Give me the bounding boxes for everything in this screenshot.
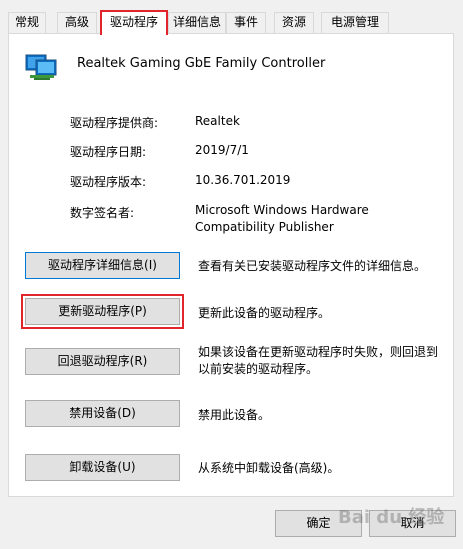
uninstall-device-button[interactable]: 卸载设备(U)	[25, 454, 180, 481]
tab-driver[interactable]: 驱动程序	[100, 10, 168, 35]
tab-events[interactable]: 事件	[226, 12, 266, 33]
update-driver-button[interactable]: 更新驱动程序(P)	[21, 294, 184, 329]
disable-device-button[interactable]: 禁用设备(D)	[25, 400, 180, 427]
tab-resources[interactable]: 资源	[274, 12, 314, 33]
device-name: Realtek Gaming GbE Family Controller	[77, 56, 326, 71]
ok-button[interactable]: 确定	[275, 510, 362, 537]
update-driver-desc: 更新此设备的驱动程序。	[198, 306, 331, 320]
driver-details-button[interactable]: 驱动程序详细信息(I)	[25, 252, 180, 279]
tab-general[interactable]: 常规	[8, 12, 46, 33]
signer-value-line2: Compatibility Publisher	[195, 220, 334, 234]
rollback-driver-desc-line1: 如果该设备在更新驱动程序时失败，则回退到	[198, 345, 439, 359]
driver-details-desc: 查看有关已安装驱动程序文件的详细信息。	[198, 259, 427, 273]
network-adapter-icon	[24, 52, 58, 82]
uninstall-device-desc: 从系统中卸载设备(高级)。	[198, 461, 340, 475]
signer-label: 数字签名者:	[70, 206, 135, 220]
driver-panel: Realtek Gaming GbE Family Controller 驱动程…	[8, 33, 454, 497]
provider-label: 驱动程序提供商:	[70, 116, 159, 130]
tab-details[interactable]: 详细信息	[168, 12, 226, 33]
tab-power-management[interactable]: 电源管理	[321, 12, 389, 33]
date-value: 2019/7/1	[195, 143, 249, 157]
signer-value-line1: Microsoft Windows Hardware	[195, 203, 369, 217]
provider-value: Realtek	[195, 114, 240, 128]
cancel-button[interactable]: 取消	[369, 510, 456, 537]
rollback-driver-button[interactable]: 回退驱动程序(R)	[25, 348, 180, 375]
disable-device-desc: 禁用此设备。	[198, 408, 271, 422]
version-value: 10.36.701.2019	[195, 173, 291, 187]
tab-advanced[interactable]: 高级	[57, 12, 97, 33]
rollback-driver-desc-line2: 以前安装的驱动程序。	[198, 362, 319, 376]
tab-bar: 常规 高级 驱动程序 详细信息 事件 资源 电源管理	[8, 10, 452, 35]
version-label: 驱动程序版本:	[70, 175, 147, 189]
date-label: 驱动程序日期:	[70, 145, 147, 159]
